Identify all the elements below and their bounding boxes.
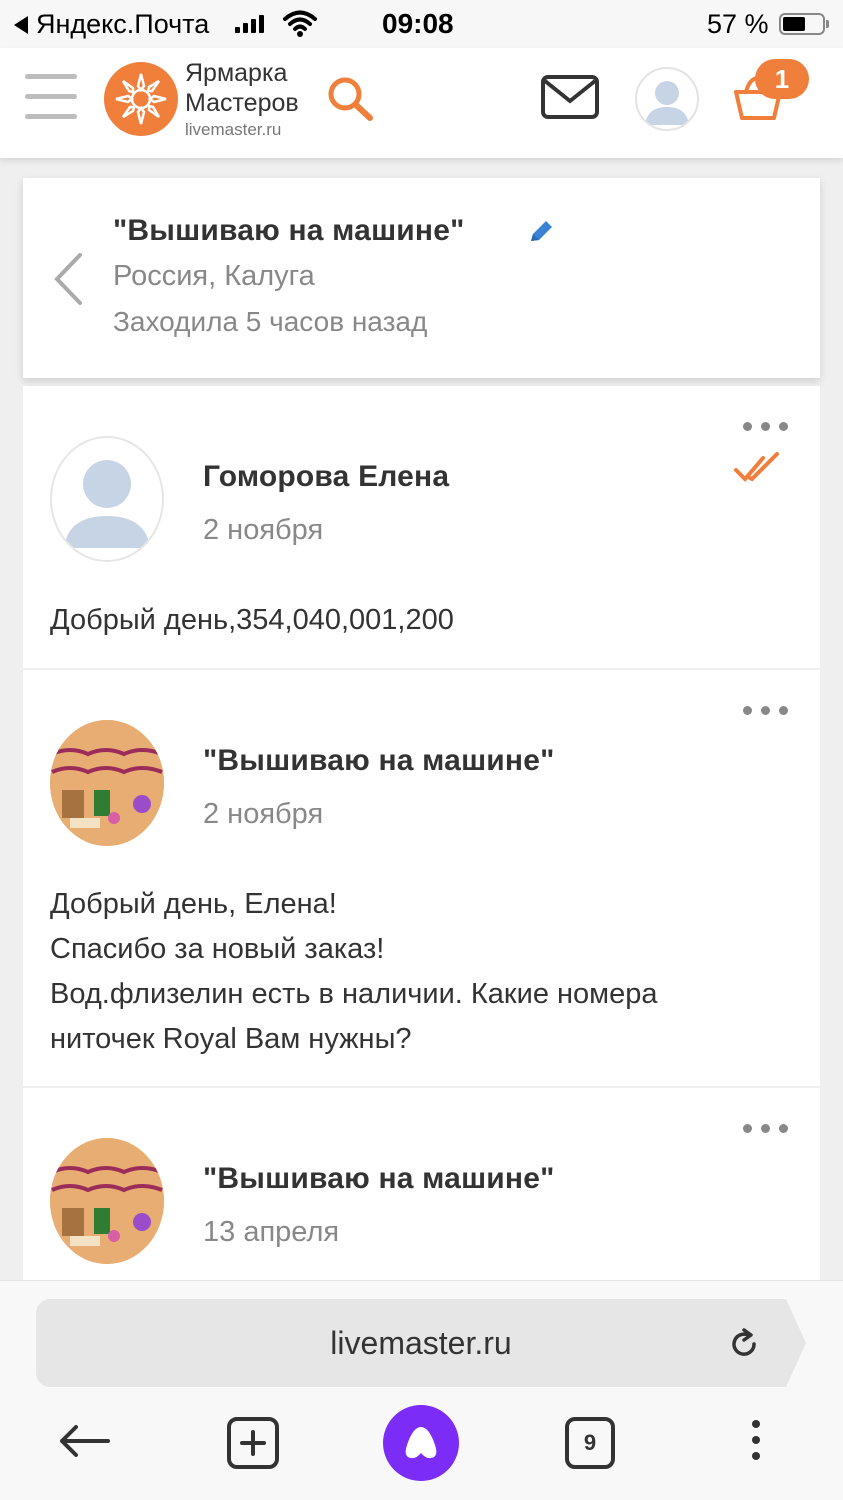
shop-logo-image	[50, 720, 164, 846]
address-bar[interactable]: livemaster.ru	[36, 1299, 786, 1387]
back-app-label: Яндекс.Почта	[36, 9, 210, 39]
more-options-icon[interactable]	[743, 1124, 788, 1133]
sender-name: Гоморова Елена	[203, 460, 450, 493]
message-line: Добрый день, Елена!	[50, 888, 337, 920]
chevron-left-icon[interactable]	[53, 252, 83, 306]
more-options-icon[interactable]	[743, 422, 788, 431]
new-tab-button[interactable]	[227, 1417, 279, 1469]
shop-location: Россия, Калуга	[113, 260, 315, 292]
logo-title-line2[interactable]: Мастеров	[185, 89, 299, 118]
logo-domain: livemaster.ru	[185, 120, 282, 139]
url-text[interactable]: livemaster.ru	[36, 1299, 806, 1387]
app-header: Ярмарка Мастеров livemaster.ru 1	[0, 48, 843, 158]
user-icon	[645, 81, 689, 125]
search-icon[interactable]	[325, 74, 377, 126]
sun-icon	[115, 73, 167, 125]
message-line: ниточек Royal Вам нужны?	[50, 1023, 412, 1055]
message-line: Спасибо за новый заказ!	[50, 933, 385, 965]
reload-icon[interactable]	[727, 1327, 761, 1361]
wifi-icon	[283, 10, 317, 37]
shop-avatar[interactable]	[50, 1138, 164, 1264]
message-item: "Вышиваю на машине" 2 ноября Добрый день…	[23, 670, 820, 1086]
message-item: Гоморова Елена 2 ноября Добрый день,354,…	[23, 386, 820, 668]
mail-icon[interactable]	[540, 74, 600, 122]
tabs-count-button[interactable]: 9	[565, 1417, 615, 1469]
message-text: Добрый день, Елена! Спасибо за новый зак…	[50, 882, 657, 1062]
browser-toolbar: livemaster.ru 9	[0, 1280, 843, 1500]
last-seen-status: Заходила 5 часов назад	[113, 306, 428, 337]
menu-icon[interactable]	[25, 74, 77, 122]
cellular-signal-icon	[235, 15, 264, 33]
conversation-header: "Вышиваю на машине" Россия, Калуга Заход…	[23, 178, 820, 378]
battery-percent: 57 %	[707, 9, 769, 39]
address-bar-arrow	[786, 1299, 806, 1387]
more-menu-icon[interactable]	[752, 1420, 760, 1460]
alice-assistant-button[interactable]	[383, 1405, 459, 1481]
avatar[interactable]	[50, 436, 164, 562]
shop-title[interactable]: "Вышиваю на машине"	[113, 214, 465, 248]
profile-avatar[interactable]	[635, 67, 699, 131]
pencil-icon[interactable]	[526, 217, 556, 247]
sender-name: "Вышиваю на машине"	[203, 744, 555, 777]
cart-count-badge[interactable]: 1	[755, 59, 809, 99]
user-icon	[64, 460, 150, 548]
sender-name: "Вышиваю на машине"	[203, 1162, 555, 1195]
message-item: "Вышиваю на машине" 13 апреля	[23, 1088, 820, 1288]
battery-icon	[779, 13, 829, 35]
shop-logo-image	[50, 1138, 164, 1264]
message-text: Добрый день,354,040,001,200	[50, 598, 454, 643]
read-checkmark-icon	[734, 452, 779, 482]
arrow-left-icon[interactable]	[58, 1423, 110, 1459]
plus-icon	[240, 1430, 266, 1456]
more-options-icon[interactable]	[743, 706, 788, 715]
status-bar: Яндекс.Почта 09:08 57 %	[0, 0, 843, 48]
back-triangle-icon	[14, 15, 28, 34]
alice-icon	[405, 1427, 437, 1459]
message-date: 2 ноября	[203, 514, 324, 546]
logo-title-line1[interactable]: Ярмарка	[185, 59, 287, 88]
message-date: 2 ноября	[203, 798, 324, 830]
message-line: Добрый день,354,040,001,200	[50, 604, 454, 636]
logo-icon[interactable]	[104, 62, 178, 136]
message-line: Вод.флизелин есть в наличии. Какие номер…	[50, 978, 658, 1010]
shop-avatar[interactable]	[50, 720, 164, 846]
back-to-app-link[interactable]: Яндекс.Почта	[14, 9, 209, 40]
clock: 09:08	[382, 8, 454, 39]
message-date: 13 апреля	[203, 1216, 340, 1248]
